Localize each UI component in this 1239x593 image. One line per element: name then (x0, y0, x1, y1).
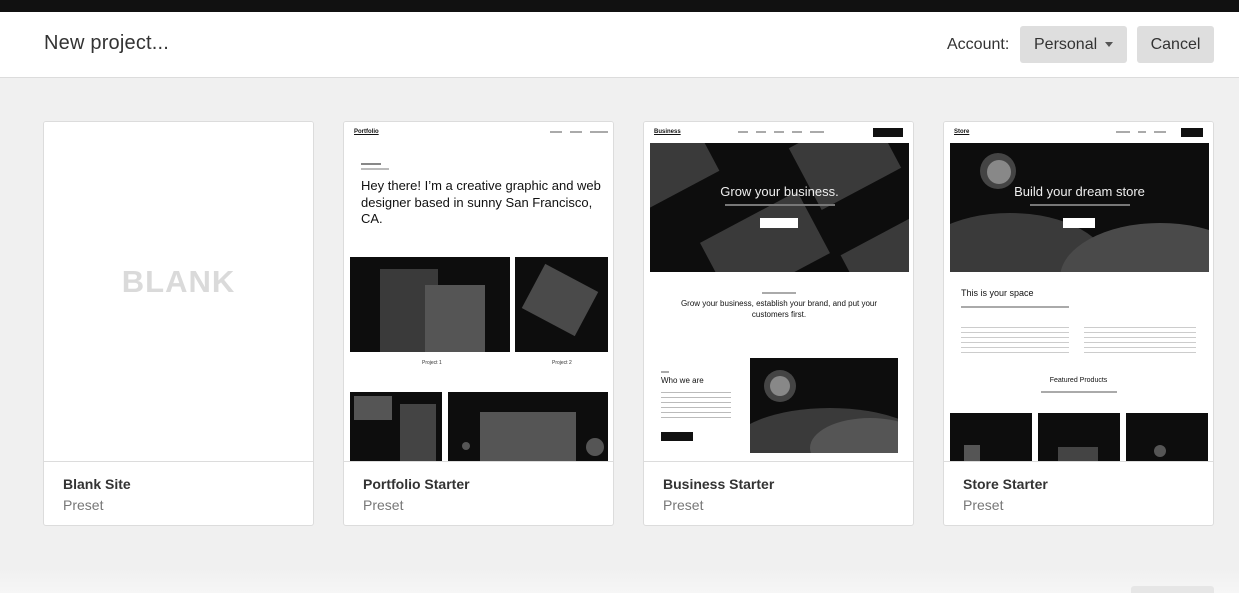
preview-product-image (1126, 413, 1208, 461)
preview-image (448, 392, 608, 461)
preset-card-store[interactable]: Store Build your dream store This is you… (943, 121, 1214, 526)
account-select-value: Personal (1034, 36, 1098, 53)
preview-subline (1041, 391, 1117, 393)
preview-body-lines (1084, 327, 1196, 353)
preview-image (350, 392, 442, 461)
preview-headline: Hey there! I’m a creative graphic and we… (361, 178, 601, 226)
cancel-button[interactable]: Cancel (1137, 26, 1214, 63)
preset-card-name: Portfolio Starter (363, 476, 470, 492)
preview-hero-button (1063, 218, 1095, 228)
preset-preview: Store Build your dream store This is you… (944, 122, 1213, 462)
preset-preview: BLANK (44, 122, 313, 462)
preview-image (350, 257, 510, 352)
preset-card-subtitle: Preset (963, 497, 1004, 513)
preview-body-lines (661, 392, 731, 422)
preview-nav (738, 131, 824, 133)
preview-section-title: Who we are (661, 376, 704, 385)
preview-product-image (1038, 413, 1120, 461)
header: New project... Account: Personal Cancel (0, 12, 1239, 78)
account-label: Account: (947, 36, 1010, 53)
preset-card-name: Blank Site (63, 476, 131, 492)
preview-subline (961, 306, 1069, 308)
preview-hero-button (760, 218, 798, 228)
preview-hero-subline (725, 204, 835, 206)
preset-card-subtitle: Preset (63, 497, 104, 513)
preset-card-name: Business Starter (663, 476, 775, 492)
preview-product-image (950, 413, 1032, 461)
preview-hero: Grow your business. (650, 143, 909, 272)
preview-image (750, 358, 898, 453)
preset-preview: Business Grow your business. Grow your b… (644, 122, 913, 462)
preset-card-portfolio[interactable]: Portfolio Hey there! I’m a creative grap… (343, 121, 614, 526)
preset-card-subtitle: Preset (663, 497, 704, 513)
preview-name-line (361, 163, 381, 165)
preview-nav (1116, 131, 1166, 133)
preview-body-lines (961, 327, 1069, 353)
preset-card-business[interactable]: Business Grow your business. Grow your b… (643, 121, 914, 526)
preview-hero-title: Build your dream store (1014, 184, 1145, 199)
preview-nav-button (1181, 128, 1203, 137)
preview-hero-title: Grow your business. (720, 184, 839, 199)
preset-card-name: Store Starter (963, 476, 1048, 492)
preview-nav (550, 131, 608, 133)
account-select[interactable]: Personal (1020, 26, 1127, 63)
window-top-bar (0, 0, 1239, 12)
preview-tagline: Grow your business, establish your brand… (680, 299, 878, 319)
preview-nav-button (873, 128, 903, 137)
preview-featured-title: Featured Products (1049, 377, 1108, 384)
preview-hero-subline (1030, 204, 1130, 206)
preview-hero: Build your dream store (950, 143, 1209, 272)
blank-preview-text: BLANK (121, 264, 236, 299)
caret-down-icon (1105, 42, 1113, 47)
preview-project-label: Project 2 (552, 360, 572, 366)
preset-card-subtitle: Preset (363, 497, 404, 513)
preview-logo: Store (954, 129, 970, 135)
bottom-edge (0, 568, 1239, 593)
preview-image (515, 257, 608, 352)
preview-eyebrow-line (762, 292, 796, 294)
preview-section-title: This is your space (961, 288, 1034, 298)
preview-logo: Portfolio (354, 129, 379, 135)
preview-logo: Business (654, 129, 681, 135)
preview-project-label: Project 1 (422, 360, 442, 366)
preset-preview: Portfolio Hey there! I’m a creative grap… (344, 122, 613, 462)
bottom-button-partial[interactable] (1131, 586, 1214, 593)
page-title: New project... (44, 32, 170, 54)
preview-cta (661, 432, 693, 441)
preview-eyebrow-line (661, 371, 669, 373)
preview-role-line (361, 168, 389, 170)
preset-card-blank[interactable]: BLANK Blank Site Preset (43, 121, 314, 526)
